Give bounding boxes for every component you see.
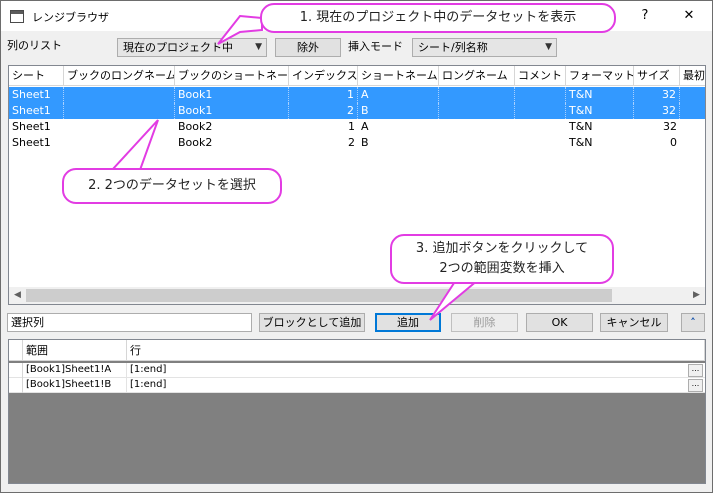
callout-1-tail [217,14,263,45]
callout-2: 2. 2つのデータセットを選択 [62,168,282,204]
callout-2-tail [109,119,159,171]
callout-3: 3. 追加ボタンをクリックして 2つの範囲変数を挿入 [390,234,614,284]
callout-3-line-1: 3. 追加ボタンをクリックして [415,241,589,256]
callout-3-line-2: 2つの範囲変数を挿入 [439,261,565,276]
callout-1: 1. 現在のプロジェクト中のデータセットを表示 [260,3,616,33]
callout-3-tail [429,279,481,321]
